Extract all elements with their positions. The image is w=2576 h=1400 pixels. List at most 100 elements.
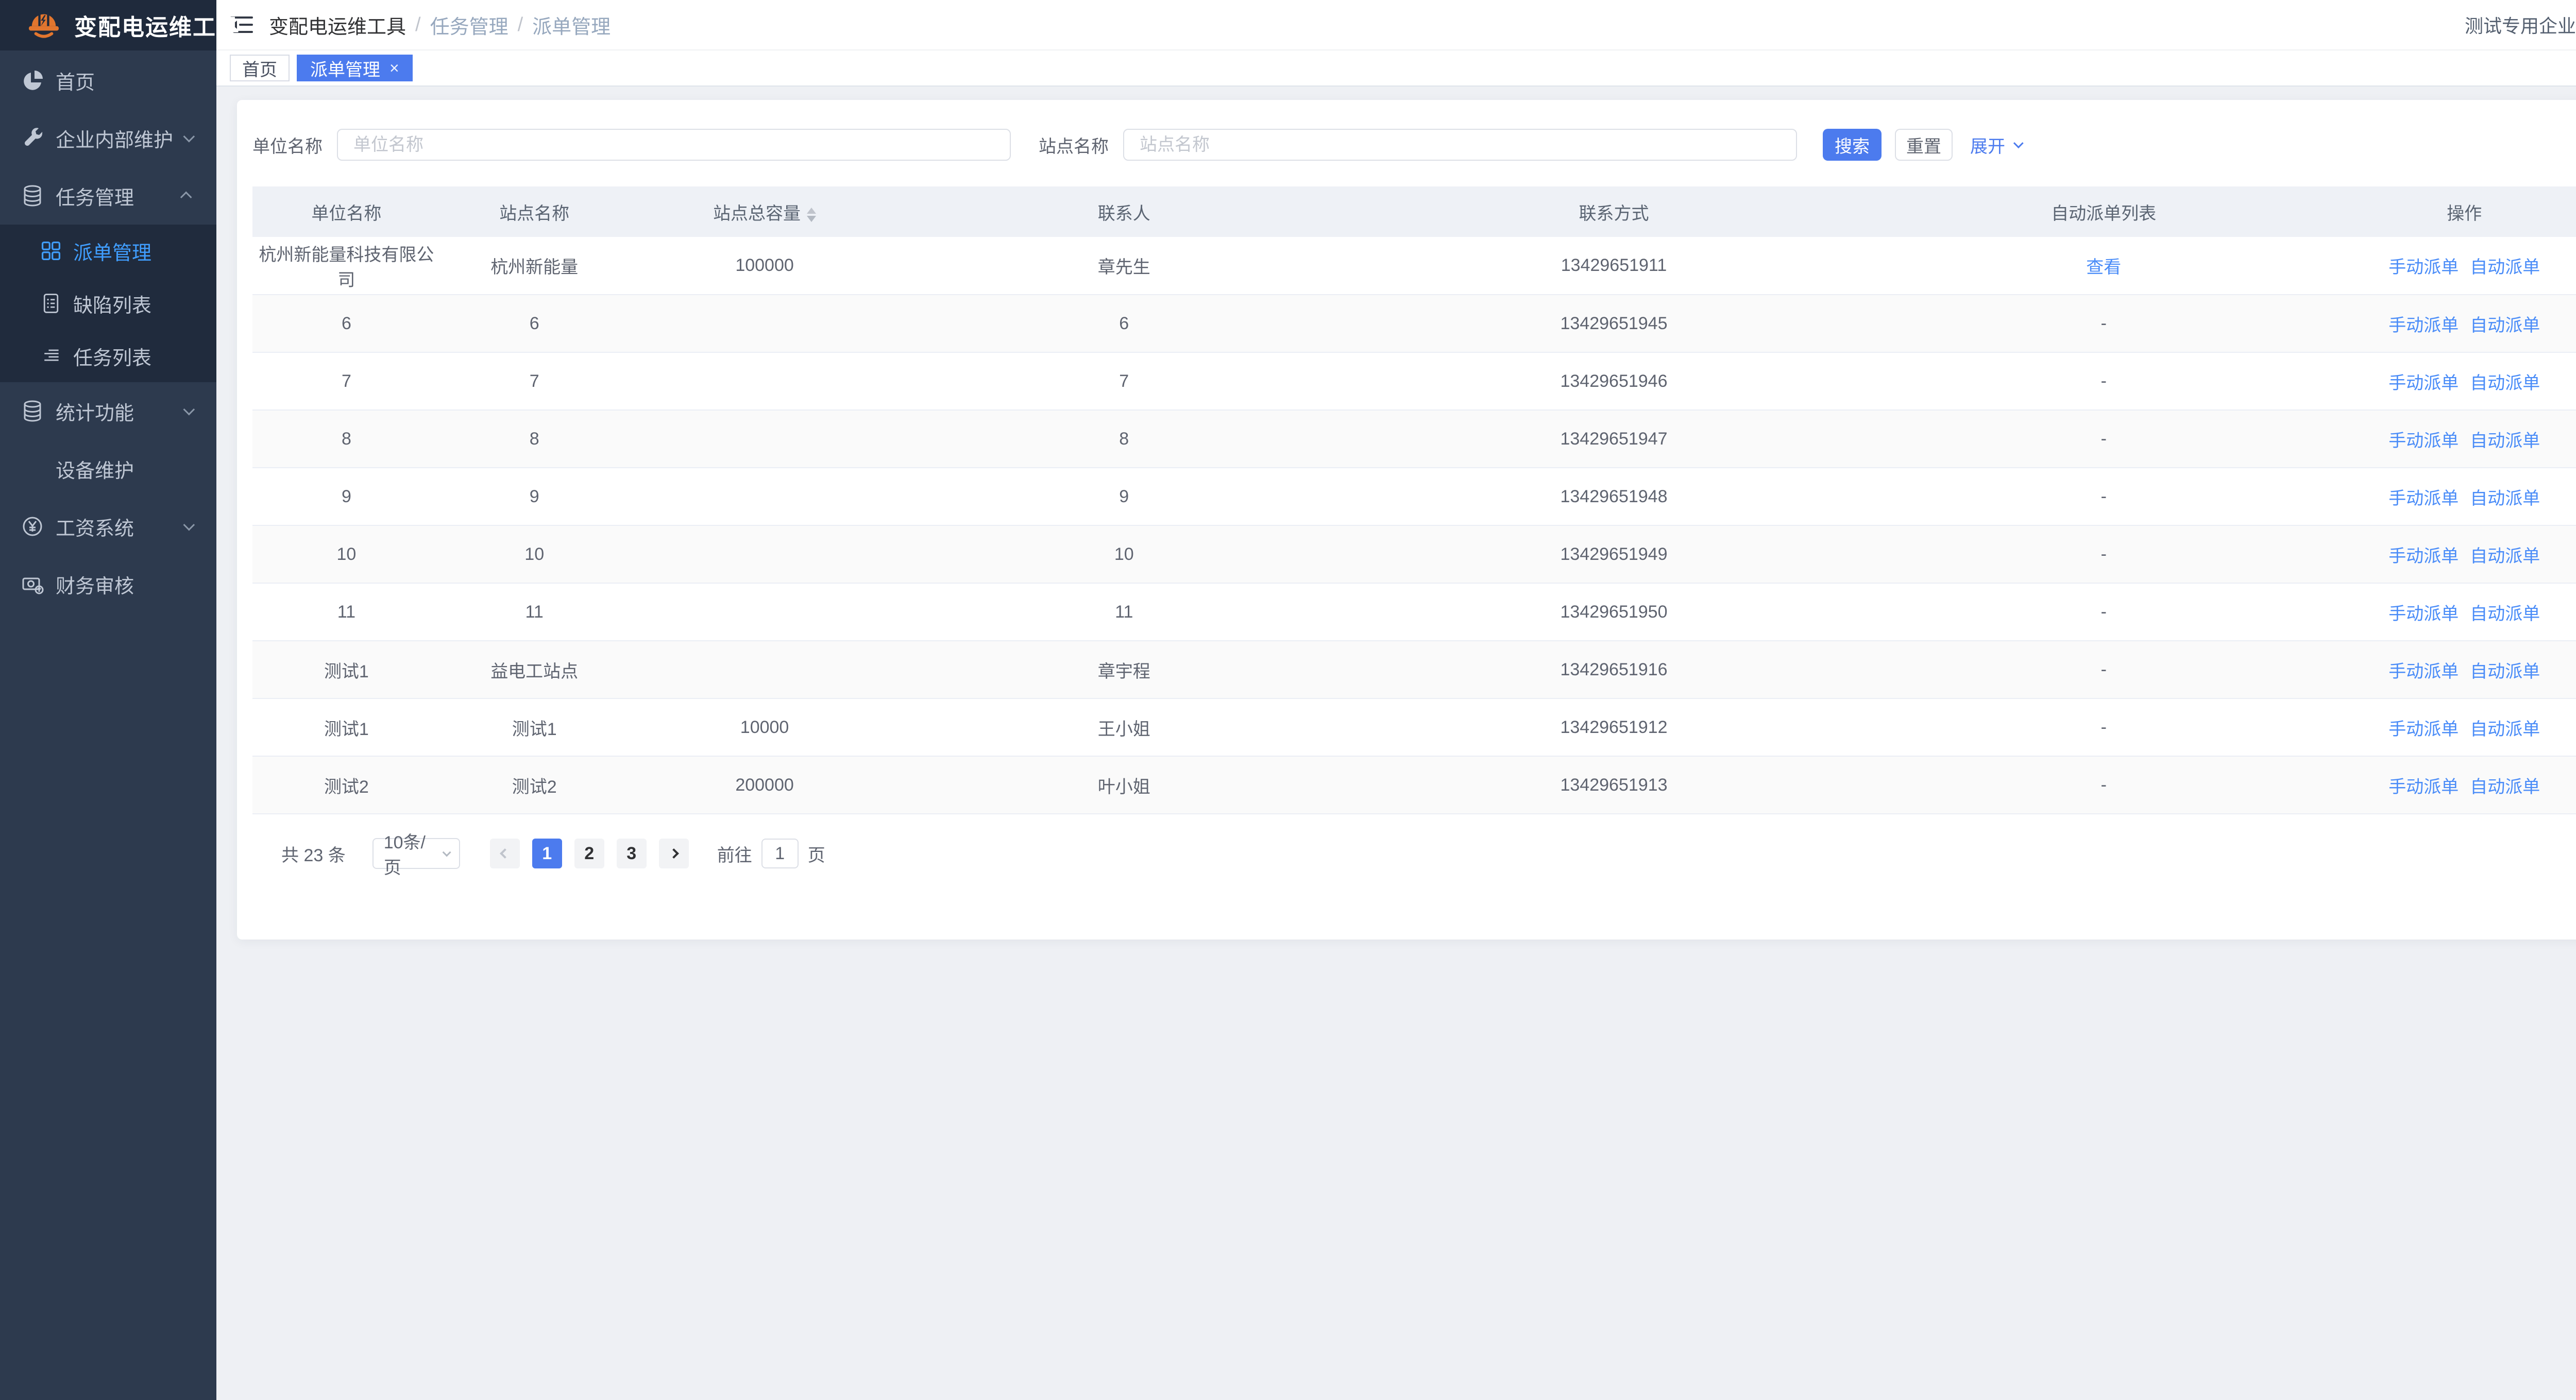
breadcrumb-separator: / [415, 14, 421, 36]
sidebar-item-home[interactable]: 首页 [0, 52, 216, 109]
sidebar-item-label: 任务管理 [56, 182, 134, 210]
pagination: 共 23 条 10条/页 1 2 3 前往 页 [252, 838, 2576, 869]
table-row: 8 8 8 13429651947 - 手动派单自动派单 [252, 410, 2576, 468]
table-row: 杭州新能量科技有限公司 杭州新能量 100000 章先生 13429651911… [252, 237, 2576, 295]
sidebar-item-statistics[interactable]: 统计功能 [0, 382, 216, 440]
search-button[interactable]: 搜索 [1823, 129, 1882, 161]
manual-dispatch-link[interactable]: 手动派单 [2388, 316, 2459, 335]
manual-dispatch-link[interactable]: 手动派单 [2388, 258, 2459, 277]
sidebar-item-label: 统计功能 [56, 397, 134, 425]
page-button-2[interactable]: 2 [574, 839, 604, 868]
sidebar-item-label: 缺陷列表 [73, 289, 151, 318]
manual-dispatch-link[interactable]: 手动派单 [2388, 547, 2459, 566]
cell-auto-list: 查看 [1880, 237, 2327, 295]
cell-station: 7 [440, 352, 629, 410]
chevron-down-icon [183, 404, 195, 416]
sidebar-item-task-list[interactable]: 任务列表 [0, 330, 216, 382]
auto-dispatch-link[interactable]: 自动派单 [2470, 720, 2540, 739]
manual-dispatch-link[interactable]: 手动派单 [2388, 720, 2459, 739]
cell-phone: 13429651946 [1347, 352, 1880, 410]
manual-dispatch-link[interactable]: 手动派单 [2388, 604, 2459, 624]
goto-page-input[interactable] [761, 839, 799, 868]
sidebar-item-label: 设备维护 [56, 455, 134, 483]
sidebar-item-label: 企业内部维护 [56, 124, 173, 152]
cell-auto-list: - [1880, 756, 2327, 814]
col-actions: 操作 [2327, 186, 2576, 237]
manual-dispatch-link[interactable]: 手动派单 [2388, 373, 2459, 393]
chevron-down-icon [183, 519, 195, 531]
next-page-icon [669, 848, 679, 859]
tab-label: 派单管理 [310, 56, 380, 81]
cell-unit: 8 [252, 410, 440, 468]
close-icon[interactable]: × [389, 60, 399, 76]
manual-dispatch-link[interactable]: 手动派单 [2388, 489, 2459, 508]
cell-actions: 手动派单自动派单 [2327, 583, 2576, 641]
unit-name-input[interactable] [337, 129, 1011, 161]
cell-station: 6 [440, 295, 629, 352]
prev-page-button[interactable] [490, 839, 520, 868]
company-dropdown[interactable]: 测试专用企业 [2465, 11, 2576, 38]
sidebar-item-enterprise-maintenance[interactable]: 企业内部维护 [0, 109, 216, 167]
col-station-capacity-sortable[interactable]: 站点总容量 [629, 186, 901, 237]
view-auto-dispatch-link[interactable]: 查看 [2086, 258, 2121, 277]
sidebar-item-salary-system[interactable]: 工资系统 [0, 498, 216, 555]
cell-auto-list: - [1880, 525, 2327, 583]
table-row: 测试1 测试1 10000 王小姐 13429651912 - 手动派单自动派单 [252, 698, 2576, 756]
sidebar-item-finance-audit[interactable]: 财务审核 [0, 555, 216, 613]
cell-actions: 手动派单自动派单 [2327, 641, 2576, 698]
auto-dispatch-link[interactable]: 自动派单 [2470, 547, 2540, 566]
sidebar-item-label: 派单管理 [73, 237, 151, 265]
auto-dispatch-link[interactable]: 自动派单 [2470, 316, 2540, 335]
cell-actions: 手动派单自动派单 [2327, 698, 2576, 756]
manual-dispatch-link[interactable]: 手动派单 [2388, 662, 2459, 681]
chevron-down-icon [442, 848, 451, 857]
expand-link[interactable]: 展开 [1970, 132, 2021, 158]
col-station-name: 站点名称 [440, 186, 629, 237]
cell-contact: 11 [901, 583, 1347, 641]
sidebar-item-dispatch-management[interactable]: 派单管理 [0, 225, 216, 277]
page-button-1[interactable]: 1 [532, 839, 562, 868]
cell-phone: 13429651950 [1347, 583, 1880, 641]
auto-dispatch-link[interactable]: 自动派单 [2470, 258, 2540, 277]
auto-dispatch-link[interactable]: 自动派单 [2470, 373, 2540, 393]
sort-caret-icon[interactable] [807, 208, 816, 222]
auto-dispatch-link[interactable]: 自动派单 [2470, 431, 2540, 451]
main-area: 变配电运维工具 / 任务管理 / 派单管理 测试专用企业 首页 派单管理 × 单… [216, 0, 2576, 1400]
breadcrumb-root[interactable]: 变配电运维工具 [269, 11, 406, 39]
manual-dispatch-link[interactable]: 手动派单 [2388, 431, 2459, 451]
breadcrumb: 变配电运维工具 / 任务管理 / 派单管理 [269, 11, 611, 39]
top-navbar: 变配电运维工具 / 任务管理 / 派单管理 测试专用企业 [216, 0, 2576, 50]
tab-dispatch-management[interactable]: 派单管理 × [297, 55, 413, 81]
cell-capacity [629, 641, 901, 698]
auto-dispatch-link[interactable]: 自动派单 [2470, 777, 2540, 797]
tab-home[interactable]: 首页 [230, 55, 290, 81]
expand-label: 展开 [1970, 132, 2005, 158]
cell-station: 11 [440, 583, 629, 641]
table-row: 测试1 益电工站点 章宇程 13429651916 - 手动派单自动派单 [252, 641, 2576, 698]
auto-dispatch-link[interactable]: 自动派单 [2470, 489, 2540, 508]
next-page-button[interactable] [659, 839, 689, 868]
sidebar-item-task-management[interactable]: 任务管理 [0, 167, 216, 225]
auto-dispatch-link[interactable]: 自动派单 [2470, 604, 2540, 624]
table-row: 6 6 6 13429651945 - 手动派单自动派单 [252, 295, 2576, 352]
cell-capacity [629, 468, 901, 525]
total-count: 共 23 条 [281, 841, 346, 866]
manual-dispatch-link[interactable]: 手动派单 [2388, 777, 2459, 797]
page-size-select[interactable]: 10条/页 [372, 838, 460, 869]
cell-actions: 手动派单自动派单 [2327, 410, 2576, 468]
reset-button[interactable]: 重置 [1895, 129, 1953, 161]
cell-actions: 手动派单自动派单 [2327, 756, 2576, 814]
sidebar-item-equipment-maintenance[interactable]: 设备维护 [0, 440, 216, 498]
cell-phone: 13429651916 [1347, 641, 1880, 698]
dispatch-table: 单位名称 站点名称 站点总容量 联系人 联系方式 自动派单列表 操作 杭州新能量… [252, 186, 2576, 814]
station-name-input[interactable] [1123, 129, 1797, 161]
cell-unit: 10 [252, 525, 440, 583]
sidebar-item-defect-list[interactable]: 缺陷列表 [0, 277, 216, 330]
cell-phone: 13429651947 [1347, 410, 1880, 468]
cell-capacity [629, 295, 901, 352]
page-button-3[interactable]: 3 [617, 839, 647, 868]
breadcrumb-task-management[interactable]: 任务管理 [430, 11, 509, 39]
auto-dispatch-link[interactable]: 自动派单 [2470, 662, 2540, 681]
tab-label: 首页 [242, 56, 277, 81]
cell-station: 测试2 [440, 756, 629, 814]
